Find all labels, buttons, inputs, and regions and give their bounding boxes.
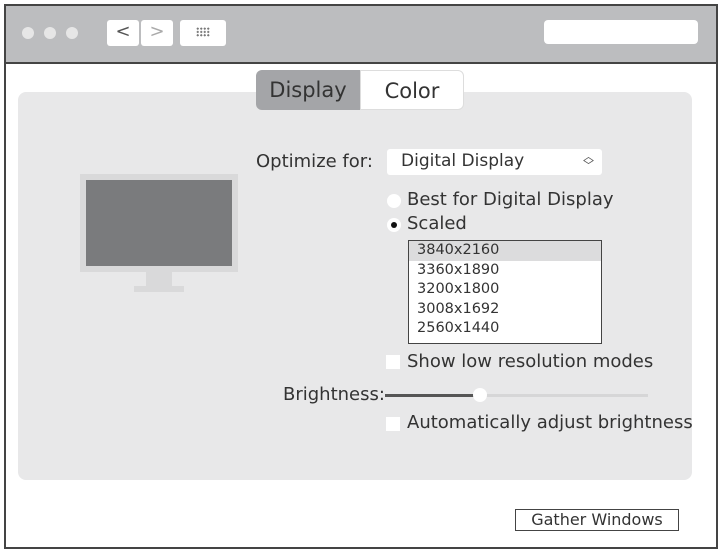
minimize-window-button[interactable] bbox=[44, 27, 56, 39]
resolution-item[interactable]: 3360x1890 bbox=[409, 261, 601, 281]
low-res-label: Show low resolution modes bbox=[407, 351, 654, 372]
brightness-label: Brightness: bbox=[283, 384, 385, 405]
best-for-display-label: Best for Digital Display bbox=[407, 189, 614, 210]
close-window-button[interactable] bbox=[22, 27, 34, 39]
back-button[interactable]: < bbox=[107, 20, 139, 46]
resolution-list[interactable]: 3840x2160 3360x1890 3200x1800 3008x1692 … bbox=[408, 240, 602, 344]
resolution-item[interactable]: 3200x1800 bbox=[409, 280, 601, 300]
search-input[interactable] bbox=[544, 20, 698, 44]
auto-brightness-checkbox[interactable] bbox=[386, 417, 400, 431]
title-bar: < > bbox=[6, 6, 716, 64]
radio-scaled[interactable] bbox=[387, 218, 401, 232]
monitor-base bbox=[134, 286, 184, 292]
gather-windows-button[interactable]: Gather Windows bbox=[515, 509, 679, 531]
forward-button[interactable]: > bbox=[141, 20, 173, 46]
resolution-item[interactable]: 2560x1440 bbox=[409, 319, 601, 339]
optimize-value: Digital Display bbox=[401, 151, 525, 171]
resolution-item[interactable]: 3008x1692 bbox=[409, 300, 601, 320]
low-res-checkbox[interactable] bbox=[386, 355, 400, 369]
scaled-label: Scaled bbox=[407, 213, 467, 234]
brightness-slider-thumb[interactable] bbox=[472, 388, 487, 402]
radio-best-for-display[interactable] bbox=[387, 194, 401, 208]
optimize-select[interactable]: Digital Display ︿ ﹀ bbox=[387, 149, 602, 175]
grid-icon bbox=[196, 27, 210, 37]
tab-display[interactable]: Display bbox=[256, 70, 360, 110]
updown-chevron-icon: ︿ ﹀ bbox=[583, 150, 594, 172]
monitor-stand bbox=[146, 272, 172, 286]
auto-brightness-label: Automatically adjust brightness bbox=[407, 412, 693, 433]
resolution-item-selected[interactable]: 3840x2160 bbox=[409, 241, 601, 261]
tab-color[interactable]: Color bbox=[360, 70, 464, 110]
zoom-window-button[interactable] bbox=[66, 27, 78, 39]
show-all-grid-button[interactable] bbox=[180, 20, 226, 46]
optimize-label: Optimize for: bbox=[256, 151, 373, 172]
brightness-slider[interactable] bbox=[385, 388, 648, 402]
monitor-icon bbox=[80, 174, 238, 272]
